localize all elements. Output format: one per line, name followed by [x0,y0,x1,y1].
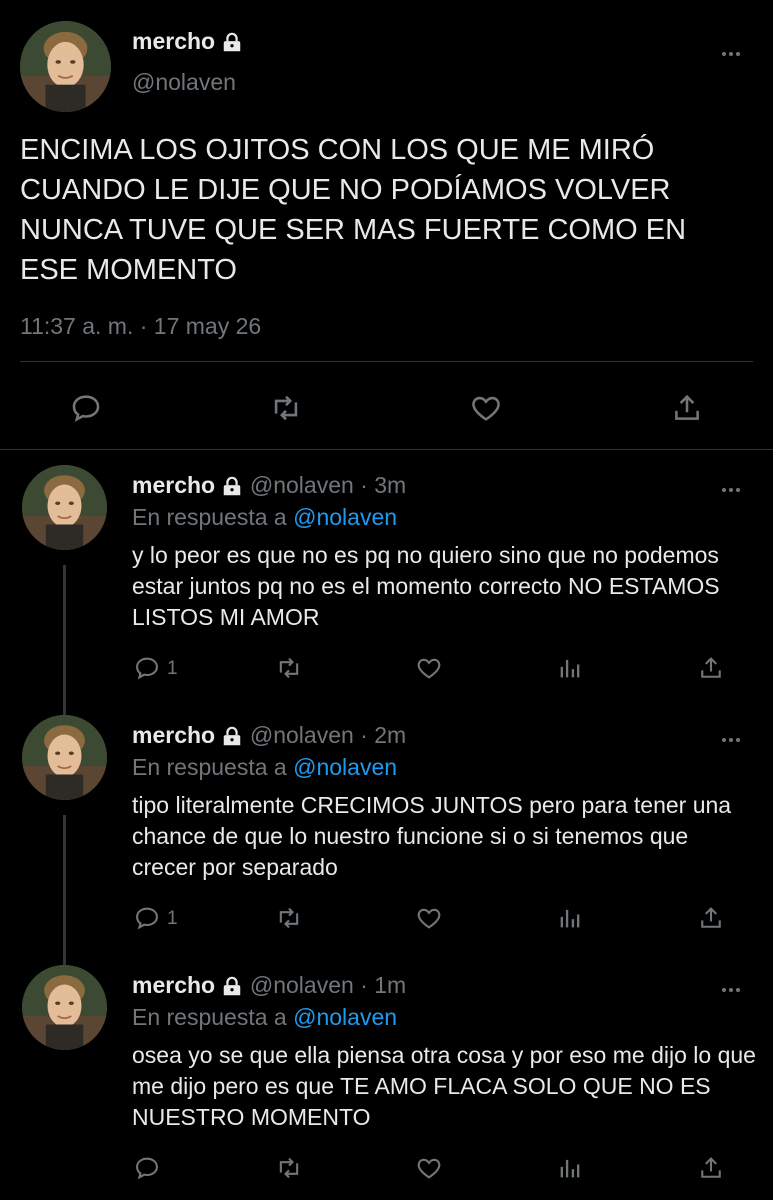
reply-prefix: En respuesta a [132,754,287,780]
divider [20,361,753,362]
reply-text: osea yo se que ella piensa otra cosa y p… [132,1042,756,1130]
reply-author[interactable]: mercho @nolaven · 3m [132,472,406,499]
more-icon[interactable] [722,729,744,742]
reply-context: En respuesta a @nolaven [132,504,397,531]
retweet-icon[interactable] [275,1154,303,1182]
reply-meta: @nolaven · 2m [249,722,407,748]
thread-line [63,565,66,715]
reply-meta: @nolaven · 1m [249,972,407,998]
avatar-image [22,465,107,550]
thread-line [63,815,66,965]
reply-text: tipo literalmente CRECIMOS JUNTOS pero p… [132,792,732,880]
reply-icon[interactable] [69,391,103,425]
display-name-text: mercho [132,28,216,54]
avatar-image [22,715,107,800]
reply-avatar[interactable] [22,465,107,550]
reply-to-link[interactable]: @nolaven [293,754,397,780]
main-avatar[interactable] [20,21,111,112]
retweet-icon[interactable] [275,904,303,932]
reply-to-link[interactable]: @nolaven [293,1004,397,1030]
share-icon[interactable] [697,654,725,682]
reply-count: 1 [167,908,178,929]
lock-icon [224,32,241,52]
reply-count: 1 [167,658,178,679]
section-divider [0,449,773,450]
share-icon[interactable] [697,904,725,932]
reply-icon[interactable] [133,1154,161,1182]
reply-context: En respuesta a @nolaven [132,754,397,781]
reply-author[interactable]: mercho @nolaven · 2m [132,722,406,749]
analytics-icon[interactable] [556,654,584,682]
more-icon[interactable] [722,479,744,492]
reply-avatar[interactable] [22,715,107,800]
avatar-image [22,965,107,1050]
lock-icon [224,476,241,496]
like-icon[interactable] [415,1154,443,1182]
retweet-icon[interactable] [269,391,303,425]
retweet-icon[interactable] [275,654,303,682]
display-name-text: mercho [132,472,216,498]
display-name-text: mercho [132,972,216,998]
more-icon[interactable] [722,979,744,992]
avatar-image [20,21,111,112]
reply-icon[interactable] [133,654,161,682]
reply-text: y lo peor es que no es pq no quiero sino… [132,542,720,630]
reply-to-link[interactable]: @nolaven [293,504,397,530]
share-icon[interactable] [697,1154,725,1182]
main-timestamp[interactable]: 11:37 a. m. · 17 may 26 [20,313,261,340]
like-icon[interactable] [415,904,443,932]
lock-icon [224,726,241,746]
main-handle[interactable]: @nolaven [132,69,236,96]
main-display-name[interactable]: mercho [132,28,243,55]
reply-meta: @nolaven · 3m [249,472,407,498]
main-tweet-text: ENCIMA LOS OJITOS CON LOS QUE ME MIRÓ CU… [20,134,687,286]
reply-context: En respuesta a @nolaven [132,1004,397,1031]
display-name-text: mercho [132,722,216,748]
reply-avatar[interactable] [22,965,107,1050]
analytics-icon[interactable] [556,1154,584,1182]
reply-author[interactable]: mercho @nolaven · 1m [132,972,406,999]
like-icon[interactable] [415,654,443,682]
like-icon[interactable] [469,391,503,425]
reply-prefix: En respuesta a [132,1004,287,1030]
reply-icon[interactable] [133,904,161,932]
analytics-icon[interactable] [556,904,584,932]
share-icon[interactable] [670,391,704,425]
more-icon[interactable] [722,43,744,56]
lock-icon [224,976,241,996]
reply-prefix: En respuesta a [132,504,287,530]
